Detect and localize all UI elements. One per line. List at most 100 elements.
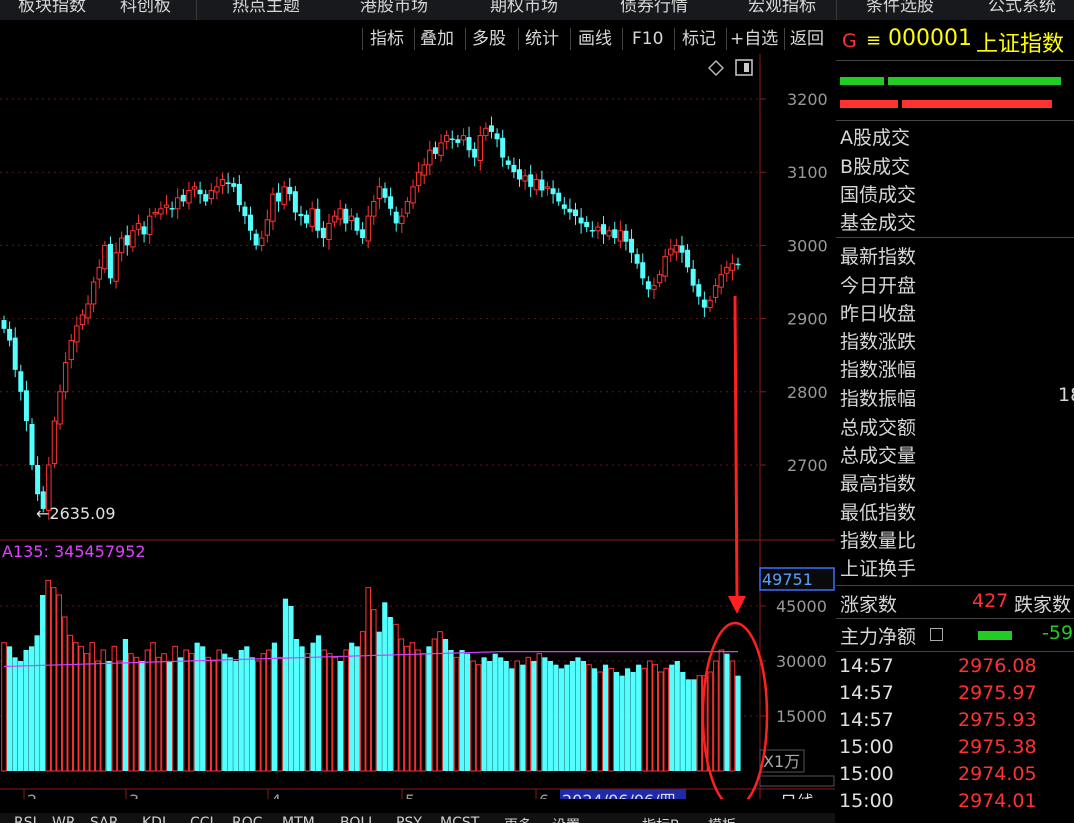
volume-bar-up [83, 653, 90, 772]
back-button[interactable]: 返回 [790, 27, 824, 51]
toolbar-divider [674, 28, 675, 50]
f10-button[interactable]: F10 [632, 27, 663, 51]
add-watchlist-button[interactable]: +自选 [730, 27, 778, 51]
security-name: 上证指数 [976, 32, 1065, 57]
nav-hk-market[interactable]: 港股市场 [360, 0, 428, 16]
volume-bar-down [139, 661, 145, 771]
diamond-icon[interactable] [708, 60, 724, 76]
volume-bar-up [216, 649, 223, 772]
volume-bar-down [122, 639, 129, 771]
price-tick-label: 3200 [787, 90, 828, 109]
candle-body-up [163, 204, 170, 208]
tab-more[interactable]: 更多 [504, 815, 532, 823]
tab-indicator-b[interactable]: 指标B [642, 815, 680, 823]
draw-line-button[interactable]: 画线 [578, 27, 612, 51]
tab-mcst[interactable]: MCST [440, 815, 479, 823]
volume-bar-down [674, 661, 680, 771]
volume-bar-up [696, 675, 703, 772]
nav-bond-quotes[interactable]: 债券行情 [620, 0, 688, 16]
candle-body-up [404, 200, 411, 214]
volume-bar-down [200, 646, 206, 771]
tab-boll[interactable]: BOLL [340, 815, 376, 823]
candle-body-up [270, 193, 276, 222]
candle-body-up [331, 215, 338, 223]
tab-sar[interactable]: SAR [90, 815, 118, 823]
candle-body-down [304, 214, 310, 224]
candle-body-down [550, 188, 556, 195]
tab-kdj[interactable]: KDJ [142, 815, 166, 823]
volume-bar-up [61, 616, 68, 772]
candle-body-down [578, 217, 584, 224]
volume-bar-up [359, 631, 366, 772]
list-icon[interactable] [930, 628, 943, 641]
tab-psy[interactable]: PSY [396, 815, 422, 823]
tab-roc[interactable]: ROC [232, 815, 263, 823]
candle-body-down [242, 206, 248, 217]
candle-body-down [320, 227, 326, 239]
scroll-box[interactable] [759, 775, 835, 787]
candle-body-down [685, 249, 691, 268]
indicator-button[interactable]: 指标 [370, 27, 404, 51]
window-toggle-icon[interactable] [735, 59, 753, 76]
panel-divider [836, 237, 1074, 238]
statistics-button[interactable]: 统计 [525, 27, 559, 51]
candle-body-down [354, 217, 360, 231]
volume-bar-up [404, 645, 410, 772]
volume-bar-down [382, 602, 388, 771]
period-label[interactable]: 日线 [780, 793, 814, 799]
overlay-button[interactable]: 叠加 [420, 27, 454, 51]
nav-stock-screener[interactable]: 条件选股 [866, 0, 934, 16]
volume-bar-down [310, 642, 316, 771]
volume-bar-down [558, 668, 564, 771]
candle-body-up [421, 164, 427, 176]
candle-body-down [505, 160, 511, 165]
price-tick-label: 2700 [787, 456, 828, 475]
a-share-turnover-label: A股成交 [840, 127, 910, 149]
volume-bar-down [12, 657, 18, 771]
volume-bar-up [100, 649, 107, 772]
candle-body-down [236, 183, 242, 206]
volume-bar-up [652, 664, 659, 772]
index-change-label: 指数涨跌 [840, 331, 917, 353]
tab-wr[interactable]: WR [52, 815, 76, 823]
volume-bar-down [464, 653, 471, 771]
tab-template[interactable]: 模板 [708, 815, 736, 823]
candle-body-down [197, 189, 203, 195]
candle-body-up [460, 135, 467, 141]
candle-body-up [707, 299, 713, 309]
tab-settings[interactable]: 设置 [552, 815, 580, 823]
candle-body-up [656, 274, 663, 284]
candle-body-up [51, 420, 58, 465]
nav-hot-topics[interactable]: 热点主题 [232, 0, 300, 16]
nav-formula-system[interactable]: 公式系统 [988, 0, 1056, 16]
candle-body-down [141, 226, 147, 235]
tab-rsi[interactable]: RSI [14, 815, 37, 823]
multi-stock-button[interactable]: 多股 [472, 27, 506, 51]
volume-bar-up [657, 671, 664, 772]
volume-bar-down [271, 642, 278, 771]
low-index-label: 最低指数 [840, 502, 917, 524]
candle-body-down [225, 182, 231, 184]
volume-bar-down [338, 661, 344, 771]
volume-bar-down [685, 679, 691, 771]
nav-star-market[interactable]: 科创板 [120, 0, 171, 16]
candle-body-down [556, 192, 562, 202]
volume-bar-up [608, 667, 614, 772]
nav-macro-indicators[interactable]: 宏观指标 [748, 0, 816, 16]
volume-bar-down [735, 675, 741, 771]
kline-chart[interactable]: ←2635.09 3200 3100 3000 2900 2800 2700 A135: … [0, 54, 835, 799]
toolbar-divider [465, 28, 466, 50]
nav-options-market[interactable]: 期权市场 [490, 0, 558, 16]
tab-cci[interactable]: CCI [190, 815, 214, 823]
volume-bar-up [260, 653, 267, 772]
candle-body-down [231, 183, 237, 187]
nav-sector-index[interactable]: 板块指数 [18, 0, 86, 16]
hamburger-icon[interactable]: ≡ [866, 30, 881, 51]
tab-mtm[interactable]: MTM [282, 815, 315, 823]
volume-bar-down [28, 646, 35, 771]
volume-bar-down [288, 606, 294, 771]
volume-bar-up [161, 653, 167, 772]
candle-body-up [219, 179, 226, 186]
volume-bar-up [415, 649, 421, 772]
mark-button[interactable]: 标记 [682, 27, 716, 51]
